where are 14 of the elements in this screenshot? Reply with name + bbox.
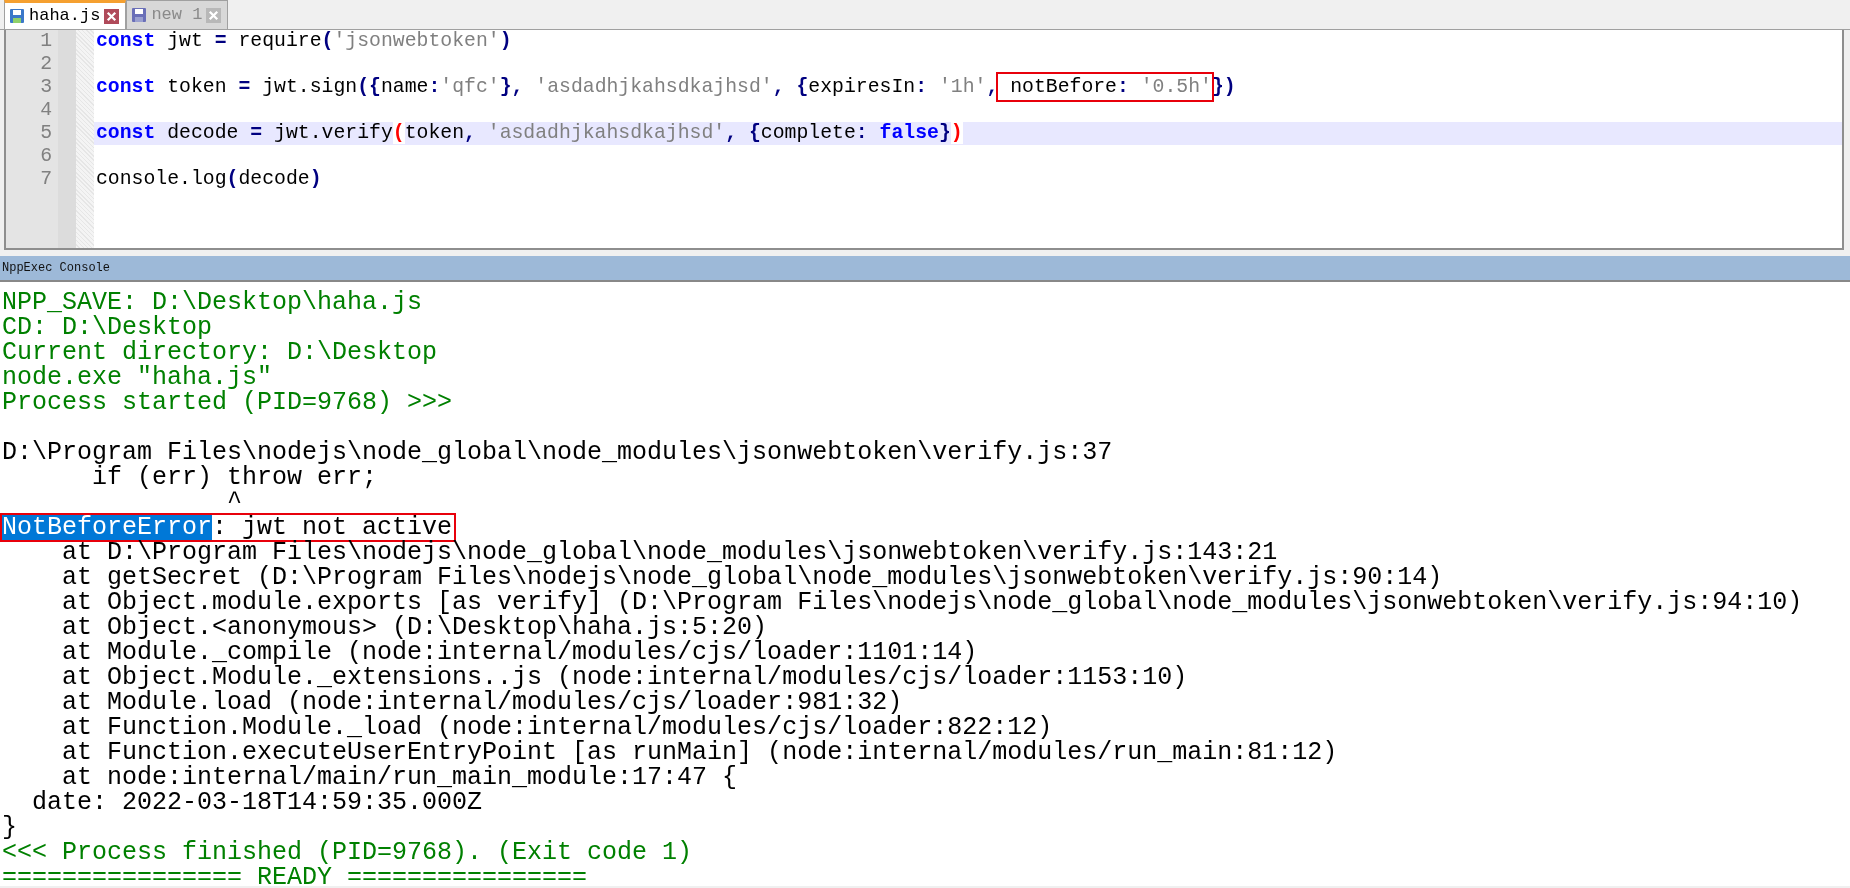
line-number: 4 bbox=[39, 99, 53, 122]
code-line: console.log(decode) bbox=[95, 168, 323, 191]
line-number: 6 bbox=[39, 145, 53, 168]
line-number: 7 bbox=[39, 168, 53, 191]
line-number: 5 bbox=[39, 122, 53, 145]
console-title: NppExec Console bbox=[0, 256, 1850, 280]
line-number: 1 bbox=[39, 30, 53, 53]
code-line: const jwt = require('jsonwebtoken') bbox=[95, 30, 513, 53]
close-icon[interactable] bbox=[104, 8, 120, 24]
console-line: CD: D:\Desktop bbox=[2, 313, 213, 342]
file-tab[interactable]: haha.js bbox=[4, 0, 127, 29]
line-number: 2 bbox=[39, 53, 53, 76]
console-line: NotBeforeError: jwt not active bbox=[2, 515, 455, 540]
line-number: 3 bbox=[39, 76, 53, 99]
